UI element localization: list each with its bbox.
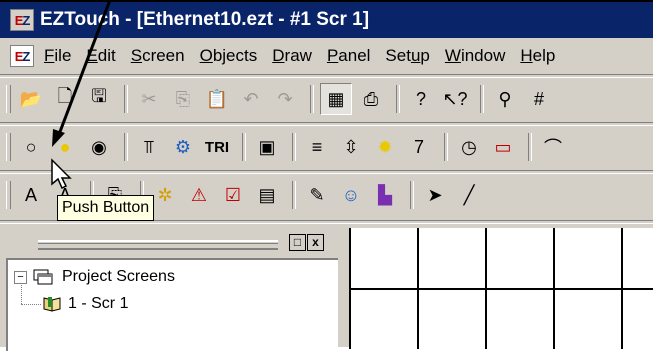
- push-button-icon[interactable]: ○: [16, 132, 46, 162]
- grid-icon[interactable]: #: [524, 84, 554, 114]
- tree-item-project-screens[interactable]: − Project Screens: [14, 268, 175, 286]
- tri-state-icon[interactable]: TRI: [202, 132, 232, 162]
- menu-file[interactable]: File: [44, 46, 71, 66]
- numeric-entry-icon[interactable]: ⇳: [336, 132, 366, 162]
- restore-icon[interactable]: □: [289, 234, 306, 251]
- tree-line: [21, 304, 41, 305]
- menu-help[interactable]: Help: [520, 46, 555, 66]
- meter-icon[interactable]: ⌒: [538, 132, 568, 162]
- menu-objects[interactable]: Objects: [200, 46, 258, 66]
- menu-edit[interactable]: Edit: [86, 46, 115, 66]
- menu-panel[interactable]: Panel: [327, 46, 370, 66]
- context-help-icon[interactable]: ↖?: [440, 84, 470, 114]
- pilot-light-icon[interactable]: ✹: [370, 132, 400, 162]
- push-button-tooltip: Push Button: [57, 195, 155, 221]
- screen-grid-canvas[interactable]: [349, 228, 653, 349]
- app-icon[interactable]: EZ: [10, 9, 34, 31]
- screens-folder-icon: [33, 269, 53, 285]
- document-icon[interactable]: EZ: [10, 45, 34, 67]
- standard-toolbar: 📂 🗋 🖫 ✂ ⎘ 📋 ↶ ↷ ▦ ⎙? ↖? ⚲ #: [0, 78, 653, 120]
- redo-icon[interactable]: ↷: [270, 84, 300, 114]
- selector-switch-icon[interactable]: ◉: [84, 132, 114, 162]
- toolbar-separator: [444, 133, 448, 161]
- toolbar-separator: [528, 133, 532, 161]
- title-bar[interactable]: EZ EZTouch - [Ethernet10.ezt - #1 Scr 1]: [0, 2, 653, 38]
- open-icon[interactable]: 📂: [16, 84, 46, 114]
- static-text-icon[interactable]: A: [16, 180, 46, 210]
- text-display-icon[interactable]: ▤: [252, 180, 282, 210]
- select-arrow-icon[interactable]: ➤: [420, 180, 450, 210]
- collapse-icon[interactable]: −: [14, 270, 27, 284]
- checklist-icon[interactable]: ☑: [218, 180, 248, 210]
- numeric-display-icon[interactable]: ▣: [252, 132, 282, 162]
- grid-line: [351, 288, 653, 290]
- tree-item-scr1[interactable]: 1 - Scr 1: [42, 295, 128, 313]
- tree-label: Project Screens: [62, 268, 175, 285]
- close-icon[interactable]: x: [307, 234, 324, 251]
- objects-toolbar: ○ ● ◉ ⫪ ⚙ TRI ▣ ≡ ⇳ ✹ 7 ◷ ▭ ⌒: [0, 126, 653, 168]
- help-icon[interactable]: ?: [406, 84, 436, 114]
- project-tree: − Project Screens 1 - Scr 1: [6, 258, 338, 351]
- menu-draw[interactable]: Draw: [272, 46, 312, 66]
- tree-label: 1 - Scr 1: [68, 295, 129, 312]
- menu-window[interactable]: Window: [445, 46, 505, 66]
- new-icon[interactable]: 🗋: [50, 84, 80, 114]
- copy-icon[interactable]: ⎘: [168, 84, 198, 114]
- color-bars-icon[interactable]: ▙: [370, 180, 400, 210]
- toolbar-separator: [242, 133, 246, 161]
- undo-icon[interactable]: ↶: [236, 84, 266, 114]
- book-icon: [43, 297, 61, 312]
- panel-grip[interactable]: [38, 240, 278, 250]
- list-selector-icon[interactable]: ≡: [302, 132, 332, 162]
- alarm-icon[interactable]: ⚠: [184, 180, 214, 210]
- menu-bar: EZ File Edit Screen Objects Draw Panel Setup Wi…: [0, 38, 653, 74]
- indicator-button-icon[interactable]: ●: [50, 132, 80, 162]
- line-icon[interactable]: ╱: [454, 180, 484, 210]
- digital-display-icon[interactable]: 7: [404, 132, 434, 162]
- menu-screen[interactable]: Screen: [131, 46, 185, 66]
- toolbar-grip[interactable]: [6, 85, 11, 113]
- face-icon[interactable]: ☺: [336, 180, 366, 210]
- edit-object-icon[interactable]: ✎: [302, 180, 332, 210]
- toolbar-separator: [124, 85, 128, 113]
- toolbar-separator: [292, 181, 296, 209]
- toolbar-separator: [410, 181, 414, 209]
- toolbar-separator: [292, 133, 296, 161]
- lamp-icon[interactable]: ⚙: [168, 132, 198, 162]
- bitmap-icon[interactable]: ✲: [150, 180, 180, 210]
- toolbar-separator: [310, 85, 314, 113]
- clock-icon[interactable]: ◷: [454, 132, 484, 162]
- menu-setup[interactable]: Setup: [385, 46, 429, 66]
- message-display-icon[interactable]: ▭: [488, 132, 518, 162]
- toolbar-separator: [396, 85, 400, 113]
- thumbwheel-icon[interactable]: ⫪: [134, 132, 164, 162]
- toolbar-grip[interactable]: [6, 181, 11, 209]
- toolbar-separator: [480, 85, 484, 113]
- save-icon[interactable]: 🖫: [84, 84, 114, 114]
- toolbar-separator: [124, 133, 128, 161]
- paste-icon[interactable]: 📋: [202, 84, 232, 114]
- screen-properties-icon[interactable]: ▦: [320, 83, 352, 115]
- cut-icon[interactable]: ✂: [134, 84, 164, 114]
- app-window: EZ EZTouch - [Ethernet10.ezt - #1 Scr 1]…: [0, 0, 653, 351]
- zoom-icon[interactable]: ⚲: [490, 84, 520, 114]
- print-icon[interactable]: ⎙: [356, 84, 386, 114]
- window-title: EZTouch - [Ethernet10.ezt - #1 Scr 1]: [40, 9, 370, 30]
- toolbar-grip[interactable]: [6, 133, 11, 161]
